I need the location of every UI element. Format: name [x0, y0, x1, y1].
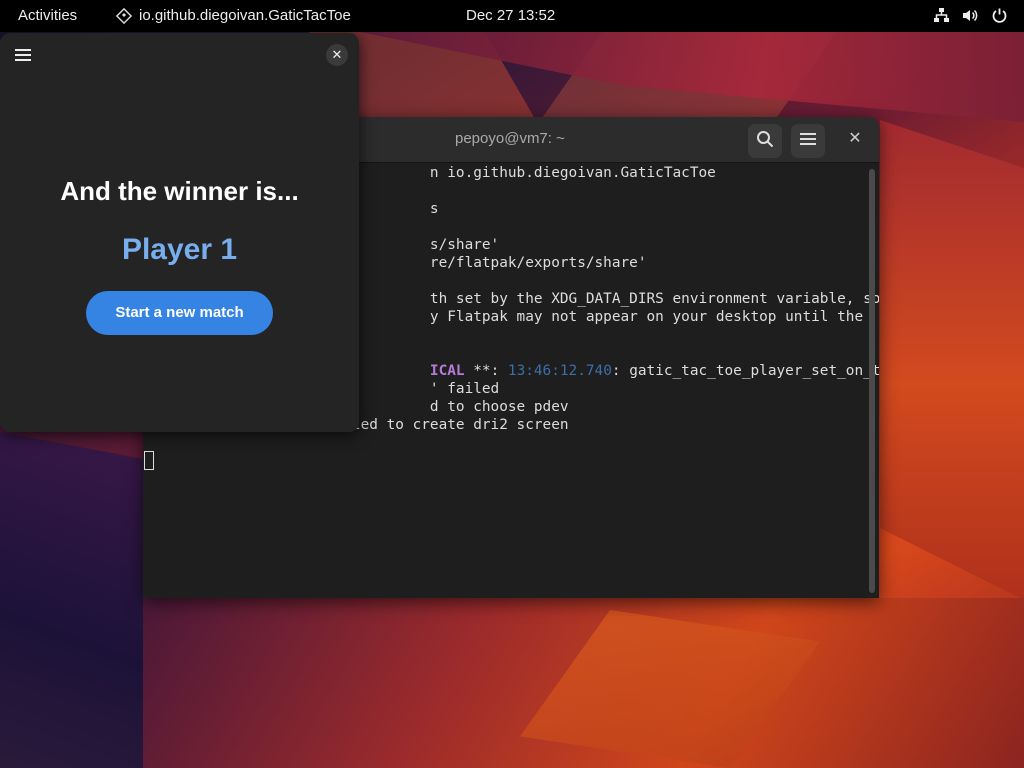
- message-text: : gatic_tac_toe_player_set_on_turn:: [611, 363, 879, 379]
- top-bar: Activities io.github.diegoivan.GaticTacT…: [0, 0, 1024, 32]
- separator-text: **:: [464, 363, 508, 379]
- app-icon: [115, 7, 133, 24]
- gatic-tac-toe-window[interactable]: ✕ And the winner is... Player 1 Start a …: [0, 33, 359, 432]
- power-icon: [991, 7, 1008, 24]
- winner-heading: And the winner is...: [60, 176, 299, 206]
- network-icon: [933, 7, 950, 24]
- activities-button[interactable]: Activities: [18, 7, 77, 24]
- winner-name: Player 1: [121, 233, 238, 266]
- hamburger-icon: [800, 132, 816, 151]
- clock[interactable]: Dec 27 13:52: [466, 7, 555, 24]
- wallpaper-facet: [880, 120, 1024, 600]
- scrollbar[interactable]: [869, 169, 875, 593]
- menu-button[interactable]: [791, 124, 825, 158]
- close-button[interactable]: ✕: [845, 129, 865, 149]
- wallpaper-facet: [360, 32, 1024, 122]
- main-menu-button[interactable]: [14, 46, 32, 64]
- text-cursor: [144, 451, 154, 470]
- close-button[interactable]: ✕: [326, 44, 348, 66]
- close-icon: ✕: [331, 47, 343, 62]
- system-tray[interactable]: [933, 7, 1008, 24]
- wallpaper-facet: [0, 432, 143, 768]
- app-menu[interactable]: io.github.diegoivan.GaticTacToe: [115, 7, 351, 24]
- critical-label: ICAL: [429, 363, 465, 379]
- app-menu-label: io.github.diegoivan.GaticTacToe: [139, 7, 351, 24]
- search-button[interactable]: [748, 124, 782, 158]
- start-new-match-button[interactable]: Start a new match: [86, 291, 273, 335]
- volume-icon: [962, 7, 979, 24]
- timestamp: 13:46:12.740: [507, 363, 612, 379]
- search-icon: [756, 130, 774, 153]
- close-icon: ✕: [848, 130, 862, 147]
- terminal-title: pepoyo@vm7: ~: [455, 130, 565, 147]
